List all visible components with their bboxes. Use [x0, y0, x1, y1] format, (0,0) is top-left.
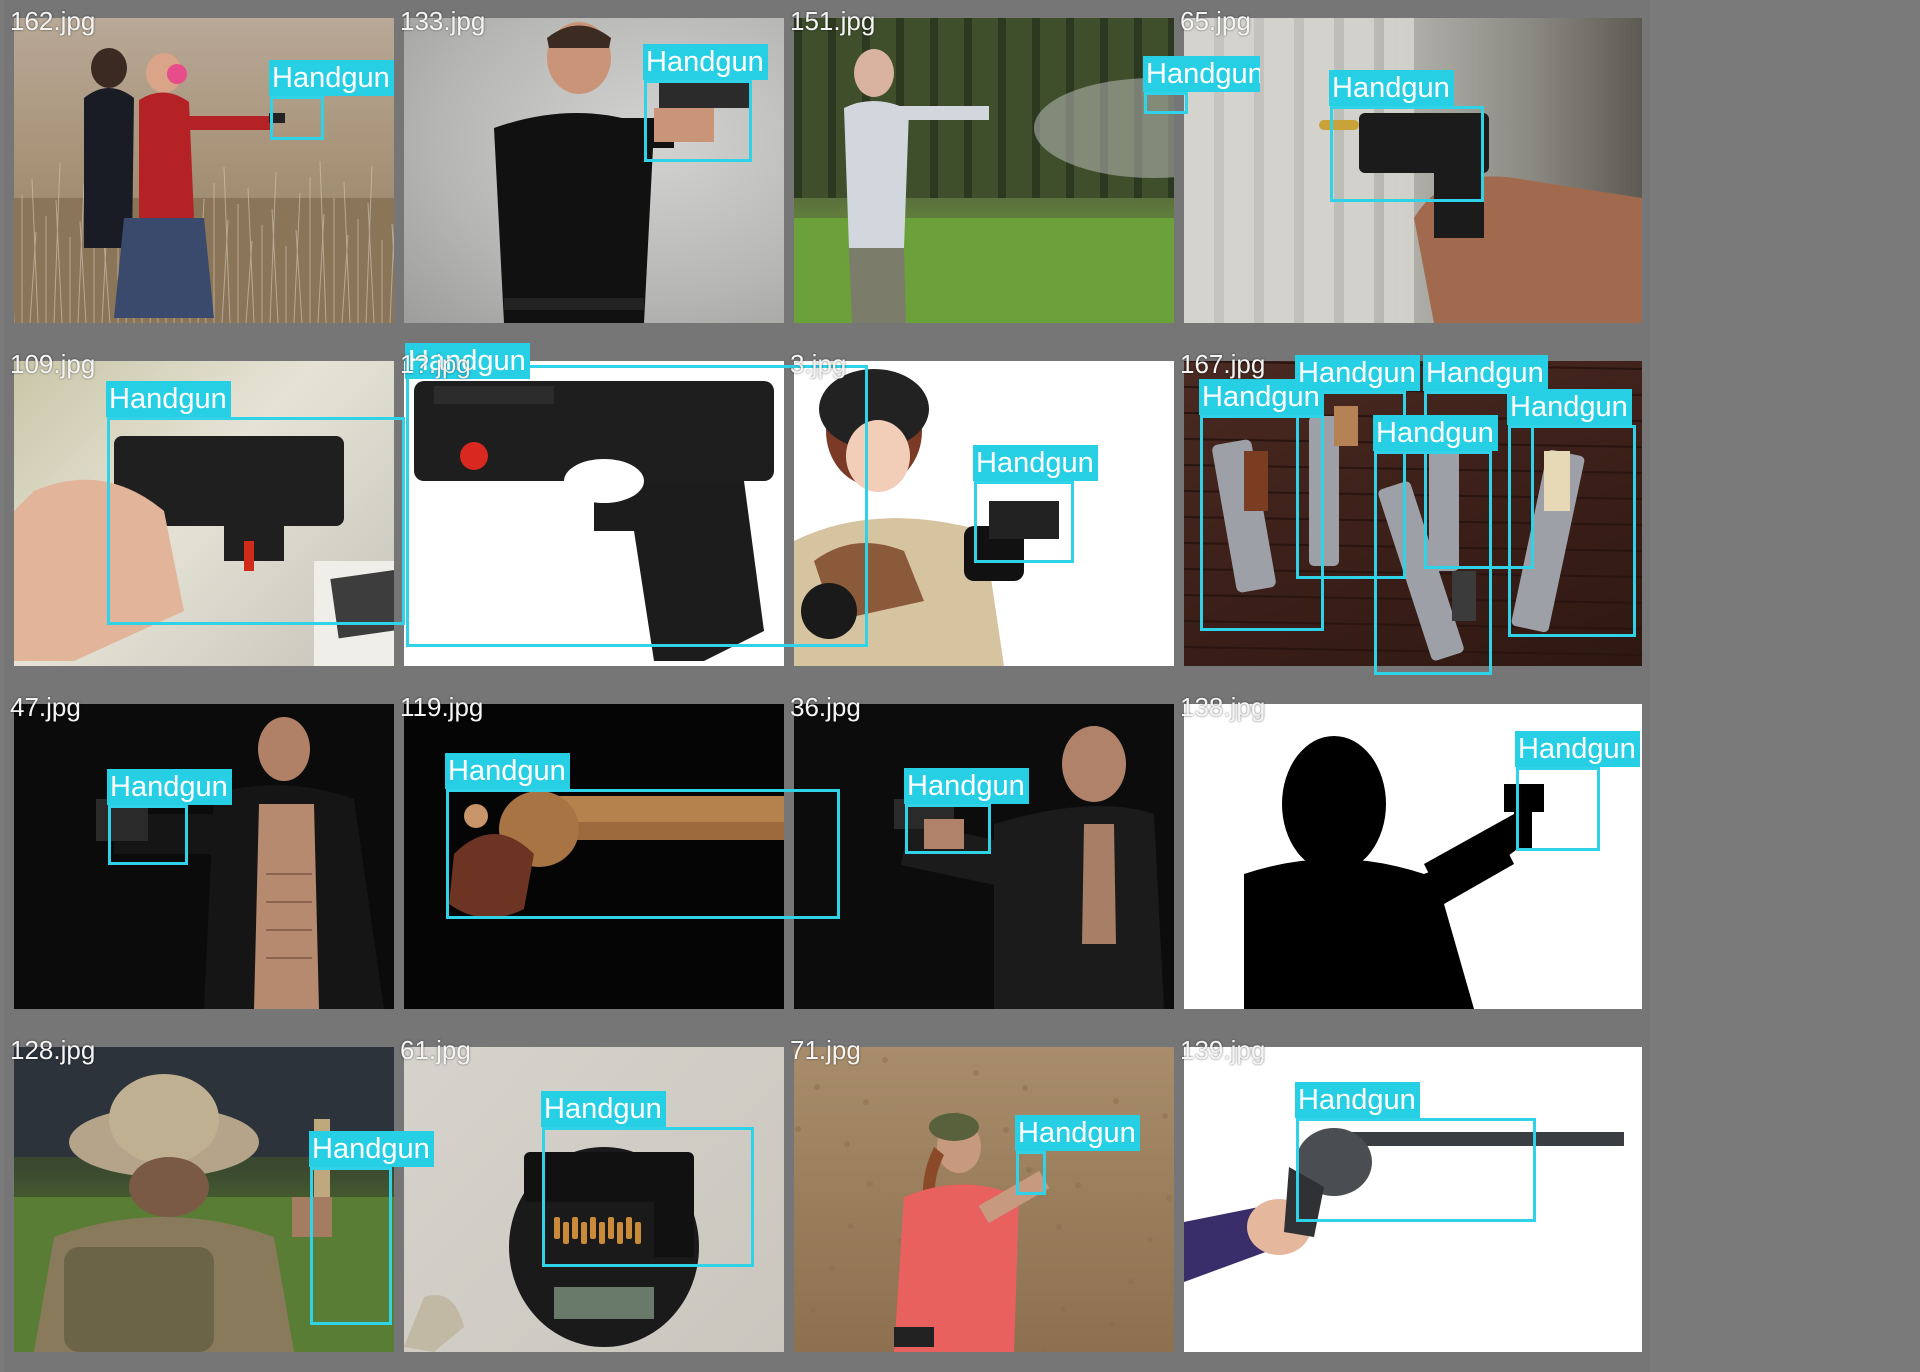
box-label: Handgun [1515, 731, 1640, 767]
box-label: Handgun [1015, 1115, 1140, 1151]
bounding-box [1374, 451, 1492, 675]
bounding-box [446, 789, 840, 919]
box-label: Handgun [107, 769, 232, 805]
bounding-box [1330, 106, 1484, 202]
bounding-box [1144, 92, 1188, 114]
detection-grid: 162.jpg Handgun 133.jpg Handgun 151.jpg Han… [0, 0, 1920, 1372]
box-label: Handgun [309, 1131, 434, 1167]
box-label: Handgun [904, 768, 1029, 804]
box-label: Handgun [1329, 70, 1454, 106]
bounding-box [406, 365, 868, 647]
bounding-box [905, 804, 991, 854]
box-label: Handgun [643, 44, 768, 80]
filename-label: 139.jpg [1180, 1035, 1266, 1065]
bounding-box [1016, 1151, 1046, 1195]
filename-label: 1?.jpg [400, 349, 471, 379]
bounding-box [974, 481, 1074, 563]
filename-label: 162.jpg [10, 6, 96, 36]
filename-label: 3.jpg [790, 349, 847, 379]
filename-label: 167.jpg [1180, 349, 1266, 379]
bounding-box [1516, 767, 1600, 851]
bounding-box [1296, 1118, 1536, 1222]
box-label: Handgun [1507, 389, 1632, 425]
filename-label: 65.jpg [1180, 6, 1251, 36]
filename-label: 133.jpg [400, 6, 486, 36]
box-label: Handgun [1423, 355, 1548, 391]
filename-label: 36.jpg [790, 692, 861, 722]
box-label: Handgun [269, 60, 394, 96]
box-label: Handgun [1295, 355, 1420, 391]
bounding-box [310, 1167, 392, 1325]
box-label: Handgun [541, 1091, 666, 1127]
image-tile: 1?.jpg Handgun [394, 343, 870, 686]
box-label: Handgun [1373, 415, 1498, 451]
filename-label: 61.jpg [400, 1035, 471, 1065]
box-label: Handgun [973, 445, 1098, 481]
filename-label: 128.jpg [10, 1035, 96, 1065]
image-tile: 139.jpg Handgun [1174, 1029, 1650, 1372]
bounding-box [108, 805, 188, 865]
bounding-box [644, 80, 752, 162]
bounding-box [107, 417, 405, 625]
image-tile: 138.jpg Handgun [1174, 686, 1650, 1029]
box-label: Handgun [1143, 56, 1260, 92]
bounding-box [542, 1127, 754, 1267]
image-tile: 65.jpg Handgun [1174, 0, 1650, 343]
box-label: Handgun [106, 381, 231, 417]
box-label: Handgun [1295, 1082, 1420, 1118]
filename-label: 109.jpg [10, 349, 96, 379]
filename-label: 151.jpg [790, 6, 876, 36]
filename-label: 119.jpg [400, 692, 484, 722]
image-tile: 167.jpg Handgun Handgun Handgun Handgun Handg… [1174, 343, 1650, 686]
filename-label: 71.jpg [790, 1035, 861, 1065]
bounding-box [1508, 425, 1636, 637]
filename-label: 47.jpg [10, 692, 81, 722]
bounding-box [270, 96, 324, 140]
filename-label: 138.jpg [1180, 692, 1266, 722]
box-label: Handgun [445, 753, 570, 789]
